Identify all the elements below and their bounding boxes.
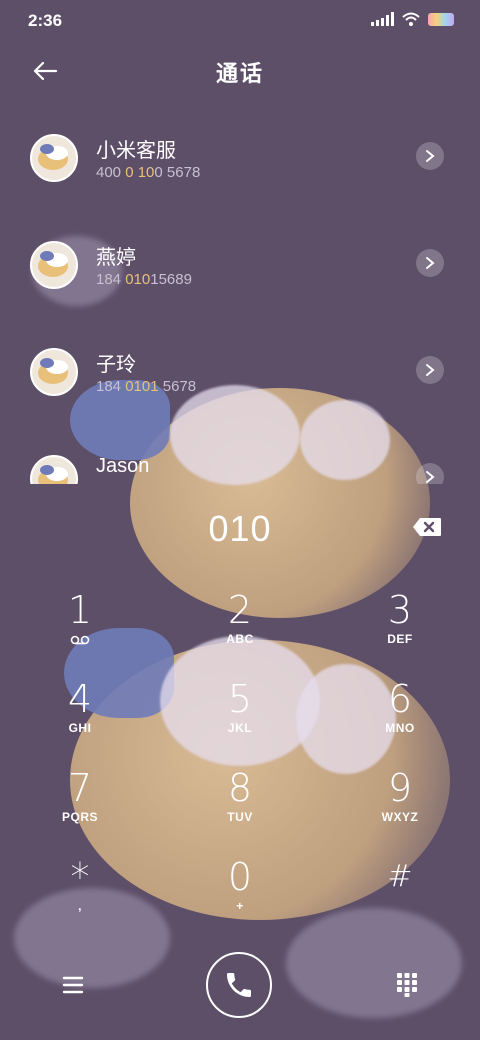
key-letters: GHI: [68, 721, 92, 735]
wifi-icon: [402, 12, 420, 26]
key-digit: 0: [227, 855, 253, 899]
avatar: [30, 348, 78, 396]
key-hash[interactable]: #: [340, 855, 460, 941]
key-digit: 9: [387, 766, 413, 810]
key-digit: #: [387, 859, 413, 894]
key-letters: MNO: [385, 721, 415, 735]
keypad-grid-icon: [397, 973, 417, 997]
key-8[interactable]: 8 TUV: [180, 766, 300, 852]
key-digit: 4: [67, 677, 93, 721]
contact-row[interactable]: 小米客服 400 0 100 5678: [0, 110, 480, 210]
contact-row[interactable]: 子玲 184 0101 5678: [0, 324, 480, 424]
contact-number: 400 0 100 5678: [96, 164, 201, 181]
key-digit: 7: [67, 766, 93, 810]
avatar: [30, 134, 78, 182]
contact-row[interactable]: Jason: [0, 431, 480, 484]
contact-name: 小米客服: [96, 140, 176, 162]
contact-name: 子玲: [96, 354, 136, 376]
app-header: 通话: [0, 44, 480, 100]
contact-details-button[interactable]: [416, 356, 444, 384]
key-digit: 8: [227, 766, 253, 810]
key-0[interactable]: 0 +: [180, 855, 300, 941]
key-2[interactable]: 2 ABC: [180, 588, 300, 674]
contact-name: Jason: [96, 455, 150, 477]
key-digit: 6: [387, 677, 413, 721]
contact-name: 燕婷: [96, 247, 136, 269]
chevron-right-icon: [426, 471, 435, 483]
chevron-right-icon: [426, 364, 435, 376]
key-digit: 5: [227, 677, 253, 721]
avatar: [30, 455, 78, 484]
key-1[interactable]: 1: [20, 588, 140, 674]
chevron-right-icon: [426, 150, 435, 162]
chevron-right-icon: [426, 257, 435, 269]
contact-suggestion-list: 小米客服 400 0 100 5678 燕婷 184 01015689 子玲 1…: [0, 110, 480, 484]
key-6[interactable]: 6 MNO: [340, 677, 460, 763]
contact-number: 184 0101 5678: [96, 378, 197, 395]
contact-details-button[interactable]: [416, 249, 444, 277]
key-letters: TUV: [227, 810, 253, 824]
contact-number: 184 01015689: [96, 271, 192, 288]
status-bar: 2:36: [0, 0, 480, 40]
avatar: [30, 241, 78, 289]
key-letters: PQRS: [61, 810, 98, 824]
key-letters: DEF: [387, 632, 413, 646]
key-digit: 2: [227, 588, 253, 632]
key-letters: ,: [78, 899, 82, 913]
key-star[interactable]: * ,: [20, 855, 140, 941]
bottom-action-bar: [0, 952, 480, 1022]
voicemail-icon: [70, 635, 90, 645]
call-button[interactable]: [206, 952, 272, 1018]
key-3[interactable]: 3 DEF: [340, 588, 460, 674]
keypad-toggle-button[interactable]: [396, 972, 418, 998]
hamburger-menu-icon: [62, 976, 84, 994]
battery-icon: [428, 13, 454, 26]
key-letters: WXYZ: [381, 810, 419, 824]
key-digit: *: [70, 855, 90, 899]
key-5[interactable]: 5 JKL: [180, 677, 300, 763]
status-time: 2:36: [28, 11, 63, 30]
key-letters: JKL: [227, 721, 253, 735]
key-letters: +: [236, 899, 244, 913]
status-icons: [371, 12, 454, 26]
phone-icon: [227, 973, 251, 997]
menu-button[interactable]: [60, 974, 86, 996]
key-digit: 1: [67, 588, 93, 632]
key-7[interactable]: 7 PQRS: [20, 766, 140, 852]
signal-icon: [371, 12, 394, 26]
dialed-number: 010: [208, 508, 272, 549]
contact-details-button[interactable]: [416, 142, 444, 170]
key-9[interactable]: 9 WXYZ: [340, 766, 460, 852]
backspace-icon: [413, 518, 441, 536]
key-4[interactable]: 4 GHI: [20, 677, 140, 763]
backspace-button[interactable]: [412, 517, 442, 537]
contact-details-button[interactable]: [416, 463, 444, 484]
page-title: 通话: [215, 61, 264, 86]
key-letters: ABC: [226, 632, 254, 646]
key-digit: 3: [387, 588, 413, 632]
contact-row[interactable]: 燕婷 184 01015689: [0, 217, 480, 317]
dial-input-display: 010: [0, 500, 480, 560]
